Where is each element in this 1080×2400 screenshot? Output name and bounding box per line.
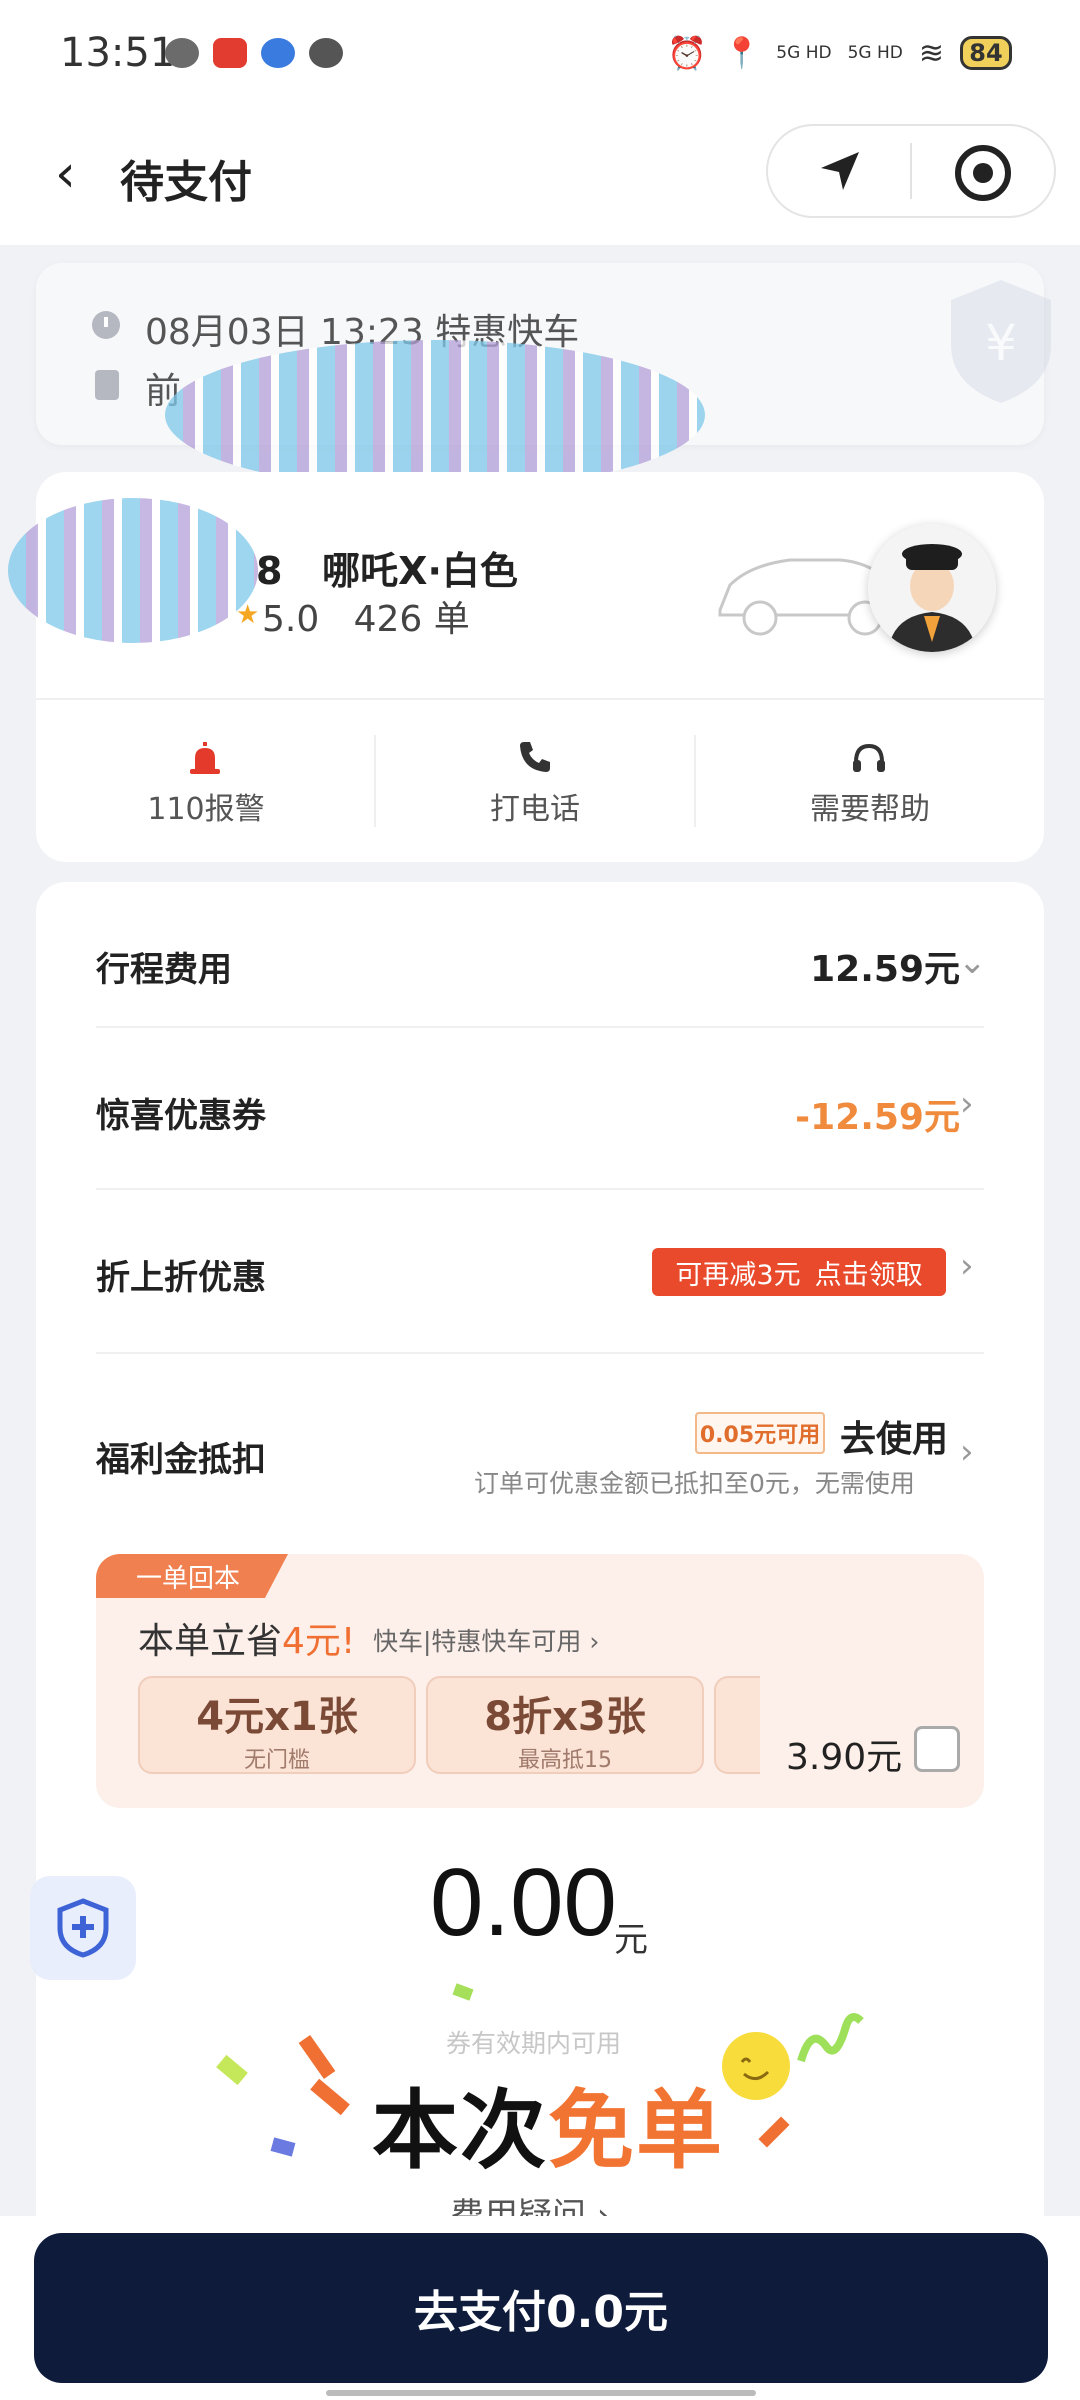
plate-fragment: 8 — [256, 549, 283, 593]
promo-tag: 一单回本 — [96, 1554, 288, 1598]
redacted-driver-name — [8, 498, 258, 643]
use-bonus-button[interactable]: 去使用 — [840, 1410, 948, 1462]
chevron-right-icon[interactable]: › — [960, 1246, 974, 1286]
driver-avatar[interactable] — [868, 524, 996, 652]
police-button[interactable]: 110报警 — [56, 784, 356, 828]
row-divider — [96, 1026, 984, 1028]
driver-card-divider — [36, 698, 1044, 700]
target-icon[interactable] — [955, 145, 1011, 201]
promo-coupon-2[interactable]: 8折x3张 最高抵15 — [426, 1676, 704, 1774]
redacted-address — [165, 340, 705, 490]
app-notification-icon — [213, 38, 247, 68]
smiley-icon — [722, 2032, 790, 2100]
document-icon — [95, 370, 119, 400]
row-divider — [96, 1352, 984, 1354]
wifi-icon: ≋ — [918, 35, 944, 71]
yen-shield-icon: ¥ — [951, 280, 1051, 403]
baidu-icon — [261, 38, 295, 68]
promo-title-highlight: 4元! — [282, 1621, 356, 1662]
total-unit: 元 — [614, 1920, 648, 1960]
promo-subtitle-text: 快车|特惠快车可用 — [373, 1627, 582, 1656]
action-divider-2 — [694, 735, 696, 827]
free-order-orange: 免单 — [548, 2081, 724, 2181]
alarm-clock-icon: ⏰ — [667, 34, 707, 72]
back-button[interactable]: ‹ — [55, 148, 76, 200]
home-indicator[interactable] — [326, 2390, 756, 2396]
phone-icon[interactable] — [518, 740, 552, 774]
discount-label: 折上折优惠 — [96, 1258, 266, 1298]
chevron-right-icon[interactable]: › — [960, 1432, 974, 1472]
pay-button[interactable]: 去支付0.0元 — [34, 2233, 1048, 2383]
signal-label-2: 5G HD — [847, 43, 903, 63]
battery-indicator: 84 — [960, 36, 1012, 70]
action-divider-1 — [374, 735, 376, 827]
page-title: 待支付 — [120, 157, 252, 208]
promo-subtitle[interactable]: 快车|特惠快车可用 › — [373, 1622, 599, 1658]
capsule-divider — [910, 143, 912, 199]
svg-text:¥: ¥ — [985, 314, 1017, 372]
bonus-description: 订单可优惠金额已抵扣至0元，无需使用 — [474, 1469, 915, 1498]
promo-price: 3.90元 — [786, 1737, 903, 1778]
trip-fee-value[interactable]: 12.59元 — [810, 940, 960, 992]
promo-coupon-sub: 无门槛 — [243, 1748, 310, 1773]
bonus-available-tag: 0.05元可用 — [695, 1412, 825, 1454]
status-right: ⏰ 📍 5G HD 5G HD ≋ 84 — [667, 34, 1012, 72]
order-count: 426 单 — [353, 599, 470, 640]
promo-checkbox[interactable] — [914, 1726, 960, 1772]
rating-value: 5.0 — [262, 599, 320, 640]
headset-icon[interactable] — [852, 742, 886, 774]
free-order-black: 本次 — [372, 2081, 548, 2181]
coupon-value[interactable]: -12.59元 — [795, 1088, 960, 1140]
cat-icon — [309, 38, 343, 68]
call-button[interactable]: 打电话 — [385, 784, 685, 828]
chevron-down-icon[interactable]: ⌄ — [958, 942, 987, 982]
location-icon: 📍 — [722, 35, 761, 71]
help-button[interactable]: 需要帮助 — [720, 784, 1020, 828]
coupon-label: 惊喜优惠券 — [96, 1096, 266, 1136]
promo-coupon-main: 8折x3张 — [484, 1694, 646, 1740]
free-order-text: 本次免单 — [372, 2060, 724, 2185]
promo-coupon-1[interactable]: 4元x1张 无门槛 — [138, 1676, 416, 1774]
bonus-label: 福利金抵扣 — [96, 1440, 266, 1480]
claim-discount-tag[interactable]: 可再减3元 点击领取 — [652, 1248, 946, 1296]
shield-plus-icon — [57, 1898, 109, 1958]
clock-icon — [92, 311, 120, 339]
promo-coupon-main: 4元x1张 — [196, 1694, 358, 1740]
discount-tag-left: 可再减3元 — [675, 1259, 801, 1291]
discount-tag-right: 点击领取 — [814, 1259, 923, 1291]
wechat-icon — [165, 38, 199, 68]
promo-title-prefix: 本单立省 — [138, 1621, 283, 1662]
signal-label: 5G HD — [776, 43, 832, 63]
squiggle-icon — [797, 2013, 864, 2063]
chevron-right-icon[interactable]: › — [960, 1084, 974, 1124]
alarm-icon[interactable] — [190, 742, 220, 774]
notification-icons — [165, 38, 343, 68]
driver-rating: 5.0 426 单 — [262, 590, 470, 642]
row-divider — [96, 1188, 984, 1190]
promo-coupon-sub: 最高抵15 — [518, 1748, 612, 1773]
car-model: 哪吒X·白色 — [322, 549, 518, 593]
car-info: 8 哪吒X·白色 — [256, 540, 518, 595]
navigation-arrow-icon[interactable] — [815, 146, 865, 196]
status-time: 13:51 — [60, 30, 176, 76]
driver-avatar-icon — [868, 524, 996, 652]
safety-shield-button[interactable] — [30, 1876, 136, 1980]
trip-fee-label: 行程费用 — [96, 950, 232, 990]
total-amount: 0.00 — [430, 1849, 617, 1956]
validity-note: 券有效期内可用 — [446, 2029, 622, 2058]
promo-title: 本单立省4元! — [138, 1612, 355, 1664]
promo-coupon-partial — [714, 1676, 760, 1774]
